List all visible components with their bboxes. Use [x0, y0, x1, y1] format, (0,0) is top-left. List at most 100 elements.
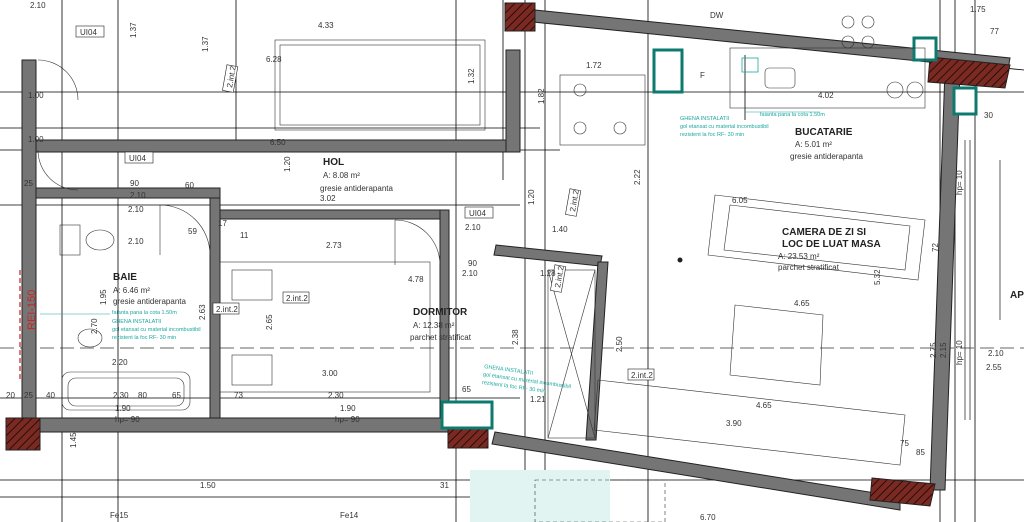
- svg-text:2.70: 2.70: [90, 318, 99, 334]
- svg-text:1.50: 1.50: [200, 481, 216, 490]
- room-finish: parchet stratificat: [410, 333, 472, 342]
- svg-text:40: 40: [46, 391, 55, 400]
- room-area: A: 8.08 m²: [323, 171, 360, 180]
- window-tag: Fe15: [110, 511, 129, 520]
- room-name: HOL: [323, 157, 344, 168]
- svg-text:1.21: 1.21: [530, 395, 546, 404]
- room-hol: HOL A: 8.08 m² gresie antiderapanta: [320, 157, 393, 193]
- apartment-tag: AP: [1010, 290, 1024, 301]
- room-name: BUCATARIE: [795, 127, 853, 138]
- svg-text:1.32: 1.32: [467, 68, 476, 84]
- svg-text:2.20: 2.20: [112, 358, 128, 367]
- svg-text:1.75: 1.75: [970, 5, 986, 14]
- svg-text:60: 60: [185, 181, 194, 190]
- svg-text:2.10: 2.10: [462, 269, 478, 278]
- svg-text:2.15: 2.15: [939, 342, 948, 358]
- room-bucatarie: BUCATARIE A: 5.01 m² gresie antiderapant…: [790, 127, 863, 161]
- room-finish: gresie antiderapanta: [320, 184, 393, 193]
- svg-text:4.02: 4.02: [818, 91, 834, 100]
- parapet-height: hp= 90: [115, 415, 140, 424]
- svg-text:1.37: 1.37: [201, 36, 210, 52]
- svg-text:1.00: 1.00: [28, 91, 44, 100]
- svg-text:4.78: 4.78: [408, 275, 424, 284]
- svg-text:3.02: 3.02: [320, 194, 336, 203]
- floor-plan: HOL A: 8.08 m² gresie antiderapanta BAIE…: [0, 0, 1024, 522]
- svg-text:2.50: 2.50: [615, 336, 624, 352]
- fire-rating-label: REI-150: [26, 290, 38, 330]
- parapet-height: hp= 10: [955, 340, 964, 365]
- shaft-note-bedroom: GHENA INSTALATII gol etansat cu material…: [481, 364, 571, 395]
- doors: [37, 59, 441, 266]
- svg-text:85: 85: [916, 448, 925, 457]
- svg-text:1.95: 1.95: [99, 289, 108, 305]
- shaft-note-bath: GHENA INSTALATII gol etansat cu material…: [112, 319, 201, 341]
- svg-text:6.50: 6.50: [270, 138, 286, 147]
- svg-text:GHENA INSTALATII: GHENA INSTALATII: [112, 319, 162, 325]
- svg-text:2.10: 2.10: [30, 1, 46, 10]
- svg-text:4.65: 4.65: [756, 401, 772, 410]
- room-finish: gresie antiderapanta: [113, 297, 186, 306]
- svg-text:65: 65: [462, 385, 471, 394]
- svg-text:4.65: 4.65: [794, 299, 810, 308]
- svg-text:2.10: 2.10: [465, 223, 481, 232]
- room-area: A: 5.01 m²: [795, 140, 832, 149]
- installation-notes: GHENA INSTALATII gol etansat cu material…: [40, 111, 825, 395]
- svg-text:2.10: 2.10: [988, 349, 1004, 358]
- svg-text:77: 77: [990, 27, 999, 36]
- svg-text:rezistent la foc RF- 30 min: rezistent la foc RF- 30 min: [680, 132, 744, 138]
- room-area: A: 6.46 m²: [113, 286, 150, 295]
- svg-text:6.70: 6.70: [700, 513, 716, 522]
- room-name: DORMITOR: [413, 307, 468, 318]
- tile-height-note: faianta pana la cota 1.50m: [760, 112, 825, 118]
- svg-text:2.73: 2.73: [326, 241, 342, 250]
- svg-text:2.10: 2.10: [130, 191, 146, 200]
- fridge-tag: F: [700, 71, 705, 80]
- svg-text:4.33: 4.33: [318, 21, 334, 30]
- svg-text:25: 25: [24, 391, 33, 400]
- svg-text:90: 90: [468, 259, 477, 268]
- walls: [5, 2, 1011, 511]
- svg-text:25: 25: [24, 179, 33, 188]
- shaft-note-kitchen: GHENA INSTALATII gol etansat cu material…: [680, 116, 769, 138]
- wall-type-tag: 2.int.2: [631, 371, 653, 380]
- svg-text:11: 11: [240, 231, 249, 240]
- svg-text:75: 75: [900, 439, 909, 448]
- svg-text:6.28: 6.28: [266, 55, 282, 64]
- svg-text:1.45: 1.45: [69, 432, 78, 448]
- unit-tag: UI04: [129, 154, 146, 163]
- room-area: A: 23.53 m²: [778, 252, 820, 261]
- svg-text:2.65: 2.65: [265, 314, 274, 330]
- svg-text:GHENA INSTALATII: GHENA INSTALATII: [680, 116, 730, 122]
- svg-text:3.90: 3.90: [726, 419, 742, 428]
- room-area: A: 12.38 m²: [413, 321, 455, 330]
- wall-type-tag: 2.int.2: [286, 294, 308, 303]
- svg-text:2.55: 2.55: [986, 363, 1002, 372]
- svg-text:90: 90: [130, 179, 139, 188]
- svg-text:30: 30: [984, 111, 993, 120]
- parapet-height: hp= 10: [955, 170, 964, 195]
- svg-text:1.82: 1.82: [537, 88, 546, 104]
- svg-text:gol etansat cu material incomb: gol etansat cu material incombustibil: [680, 124, 769, 130]
- window-tag: Fe14: [340, 511, 359, 520]
- svg-text:1.90: 1.90: [340, 404, 356, 413]
- svg-text:2.75: 2.75: [929, 342, 938, 358]
- room-baie: BAIE A: 6.46 m² gresie antiderapanta: [113, 272, 186, 306]
- room-finish: gresie antiderapanta: [790, 152, 863, 161]
- svg-text:1.40: 1.40: [552, 225, 568, 234]
- svg-text:73: 73: [234, 391, 243, 400]
- svg-text:65: 65: [172, 391, 181, 400]
- svg-text:80: 80: [138, 391, 147, 400]
- svg-text:72: 72: [931, 243, 940, 252]
- dishwasher-tag: DW: [710, 11, 724, 20]
- unit-tag: UI04: [469, 209, 486, 218]
- svg-text:1.37: 1.37: [129, 22, 138, 38]
- room-dormitor: DORMITOR A: 12.38 m² parchet stratificat: [410, 307, 472, 342]
- svg-text:2.10: 2.10: [128, 237, 144, 246]
- svg-text:1.28: 1.28: [540, 269, 556, 278]
- svg-text:1.20: 1.20: [283, 156, 292, 172]
- svg-text:gol etansat cu material incomb: gol etansat cu material incombustibil: [112, 327, 201, 333]
- room-name: BAIE: [113, 272, 137, 283]
- room-name: LOC DE LUAT MASA: [782, 239, 881, 250]
- svg-text:2.38: 2.38: [511, 329, 520, 345]
- svg-text:1.72: 1.72: [586, 61, 602, 70]
